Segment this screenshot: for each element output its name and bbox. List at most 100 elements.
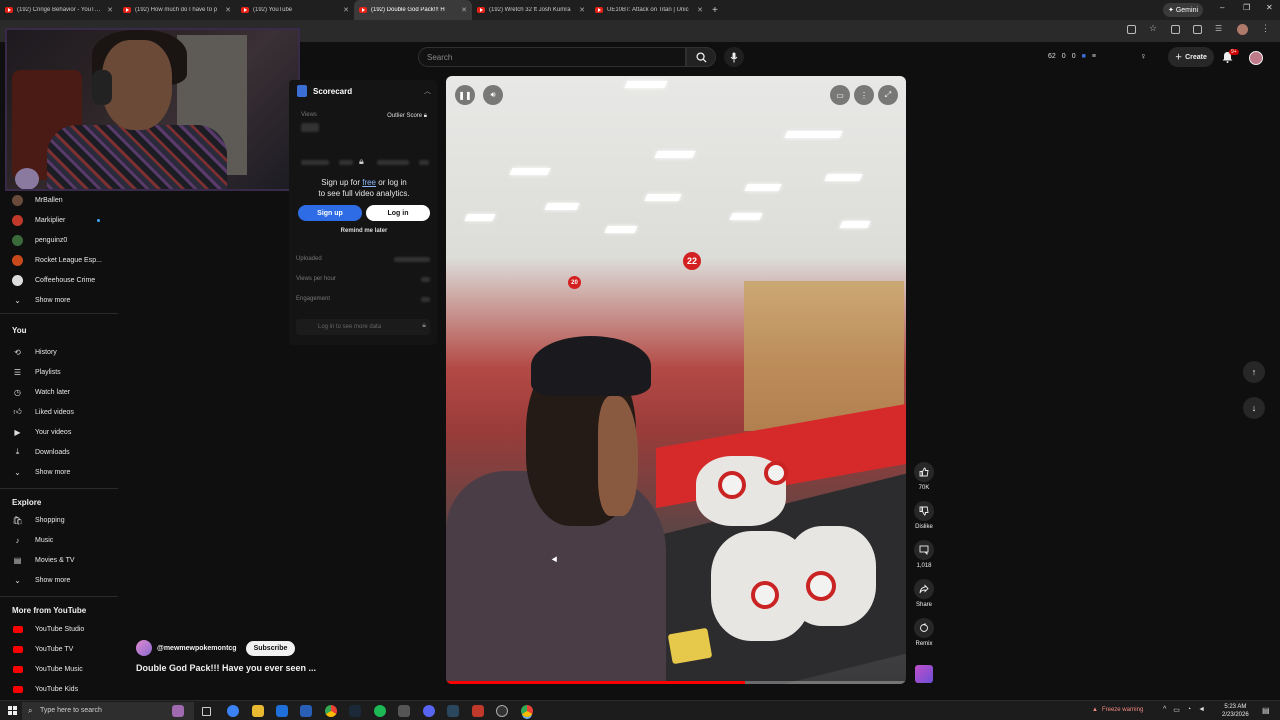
- sidebar-item[interactable]: Coffeehouse Crime: [0, 270, 118, 290]
- sidebar-item[interactable]: ▶ Your videos: [0, 422, 118, 442]
- chevron-up-icon[interactable]: ^: [1163, 706, 1166, 714]
- voice-search-button[interactable]: [724, 47, 744, 67]
- browser-tab[interactable]: (192) Double God Pack!!! H ✕: [354, 0, 472, 20]
- sidebar-item[interactable]: ▤ Movies & TV: [0, 550, 118, 570]
- you-heading[interactable]: You: [12, 326, 27, 335]
- sidebar-item[interactable]: Markiplier: [0, 210, 118, 230]
- audio-thumbnail[interactable]: [915, 665, 933, 683]
- tab-close-icon[interactable]: ✕: [697, 6, 703, 14]
- search-highlight-icon[interactable]: [172, 705, 184, 717]
- maximize-button[interactable]: ❐: [1243, 3, 1250, 12]
- sidebar-item[interactable]: ⌄ Show more: [0, 462, 118, 482]
- spotify-icon[interactable]: [374, 705, 386, 717]
- sidebar-item[interactable]: ♪ Music: [0, 530, 118, 550]
- tab-close-icon[interactable]: ✕: [579, 6, 585, 14]
- close-window-button[interactable]: ✕: [1266, 3, 1273, 12]
- file-explorer-icon[interactable]: [252, 705, 264, 717]
- extension-logo-icon[interactable]: ■: [1082, 53, 1086, 60]
- cast-icon[interactable]: [1127, 25, 1136, 34]
- sidebar-item[interactable]: YouTube TV: [0, 639, 118, 659]
- sidebar-item[interactable]: YouTube Kids: [0, 679, 118, 699]
- browser-tab[interactable]: (192) Wretch 32 ft Josh Kumra ✕: [472, 0, 590, 20]
- like-button[interactable]: 70K: [910, 462, 938, 491]
- more-options-button[interactable]: ⋮: [854, 85, 874, 105]
- browser-tab[interactable]: (192) How much do I have to p ✕: [118, 0, 236, 20]
- gemini-button[interactable]: ✦ Gemini: [1163, 3, 1203, 17]
- sidebar-item[interactable]: 🛍︎ Shopping: [0, 510, 118, 530]
- remix-button[interactable]: Remix: [910, 618, 938, 647]
- captions-button[interactable]: ▭: [830, 85, 850, 105]
- notifications-icon[interactable]: ▤: [1262, 706, 1270, 715]
- previous-short-button[interactable]: ↑: [1243, 361, 1265, 383]
- comments-button[interactable]: 1,018: [910, 540, 938, 569]
- new-tab-button[interactable]: +: [712, 5, 718, 16]
- signup-button[interactable]: Sign up: [298, 205, 362, 221]
- shorts-video-player[interactable]: 22 20 ❚❚ 🔊︎ ▭ ⋮ ⤢: [446, 76, 906, 684]
- dislike-button[interactable]: Dislike: [910, 501, 938, 530]
- login-button[interactable]: Log in: [366, 205, 430, 221]
- app-icon[interactable]: [398, 705, 410, 717]
- free-link[interactable]: free: [362, 178, 376, 187]
- search-input[interactable]: Search: [418, 47, 686, 67]
- sidebar-item[interactable]: YouTube Studio: [0, 619, 118, 639]
- sidebar-item[interactable]: ⌄ Show more: [0, 290, 118, 310]
- chrome-icon[interactable]: [325, 705, 337, 717]
- channel-avatar[interactable]: [136, 640, 152, 656]
- obs-icon[interactable]: [496, 705, 508, 717]
- weather-widget[interactable]: ▲ Freeze warning: [1092, 707, 1143, 713]
- extensions-icon[interactable]: [1171, 25, 1180, 34]
- edge-icon[interactable]: [276, 705, 288, 717]
- steam-icon[interactable]: [349, 705, 361, 717]
- sidebar-item[interactable]: penguinz0: [0, 230, 118, 250]
- browser-tab[interactable]: UE10BT: Attack on Titan | Unic ✕: [590, 0, 708, 20]
- create-button[interactable]: ＋ Create: [1168, 47, 1214, 67]
- star-icon[interactable]: ☆: [1149, 23, 1158, 33]
- sidebar-item[interactable]: 👍︎ Liked videos: [0, 402, 118, 422]
- next-short-button[interactable]: ↓: [1243, 397, 1265, 419]
- sidebar-item[interactable]: Rocket League Esp...: [0, 250, 118, 270]
- discord-icon[interactable]: [423, 705, 435, 717]
- sidebar-item[interactable]: ⤓ Downloads: [0, 442, 118, 462]
- store-icon[interactable]: [300, 705, 312, 717]
- windows-start-icon[interactable]: [8, 706, 17, 715]
- sidebar-item[interactable]: ⟲ History: [0, 342, 118, 362]
- more-from-youtube-heading[interactable]: More from YouTube: [12, 606, 86, 615]
- tab-close-icon[interactable]: ✕: [225, 6, 231, 14]
- kebab-menu-icon[interactable]: ⋮: [1261, 23, 1270, 35]
- minimize-button[interactable]: –: [1220, 3, 1224, 12]
- network-icon[interactable]: ▭: [1173, 706, 1180, 714]
- extension-stats[interactable]: 62 0 0 ■ ≡: [1048, 53, 1096, 60]
- channel-name[interactable]: @mewmewpokemontcg: [157, 645, 237, 652]
- search-button[interactable]: [686, 47, 716, 67]
- progress-bar[interactable]: [446, 681, 906, 684]
- sidebar-item[interactable]: ☰ Playlists: [0, 362, 118, 382]
- app-icon[interactable]: [472, 705, 484, 717]
- menu-lines-icon[interactable]: ☰: [1215, 24, 1224, 33]
- sidepanel-icon[interactable]: [1193, 25, 1202, 34]
- sidebar-item[interactable]: YouTube Music: [0, 659, 118, 679]
- tab-close-icon[interactable]: ✕: [107, 6, 113, 14]
- speaker-icon[interactable]: ◄: [1198, 706, 1205, 714]
- volume-button[interactable]: 🔊︎: [483, 85, 503, 105]
- browser-tab[interactable]: (192) Cringe Behavior - YouTube ✕: [0, 0, 118, 20]
- taskbar-search-input[interactable]: ⌕ Type here to search: [22, 702, 194, 720]
- tab-close-icon[interactable]: ✕: [461, 6, 467, 14]
- badge-icon[interactable]: ♀: [1140, 51, 1147, 61]
- sidebar-item[interactable]: ⌄ Show more: [0, 570, 118, 590]
- task-view-icon[interactable]: [202, 707, 211, 716]
- profile-avatar[interactable]: [1237, 24, 1248, 35]
- app-icon[interactable]: [447, 705, 459, 717]
- tab-close-icon[interactable]: ✕: [343, 6, 349, 14]
- fullscreen-button[interactable]: ⤢: [878, 85, 898, 105]
- chrome-active-icon[interactable]: [521, 705, 533, 717]
- subscribe-button[interactable]: Subscribe: [245, 640, 296, 656]
- remind-later-link[interactable]: Remind me later: [289, 228, 439, 234]
- pause-button[interactable]: ❚❚: [455, 85, 475, 105]
- browser-tab[interactable]: (192) YouTube ✕: [236, 0, 354, 20]
- taskbar-clock[interactable]: 5:23 AM 2/23/2026: [1222, 703, 1249, 719]
- list-icon[interactable]: ≡: [1092, 53, 1096, 60]
- account-avatar[interactable]: [1249, 51, 1263, 65]
- login-more-data-bar[interactable]: Log in to see more data 🔒︎: [296, 319, 430, 335]
- explore-heading[interactable]: Explore: [12, 498, 41, 507]
- sidebar-item[interactable]: MrBallen: [0, 190, 118, 210]
